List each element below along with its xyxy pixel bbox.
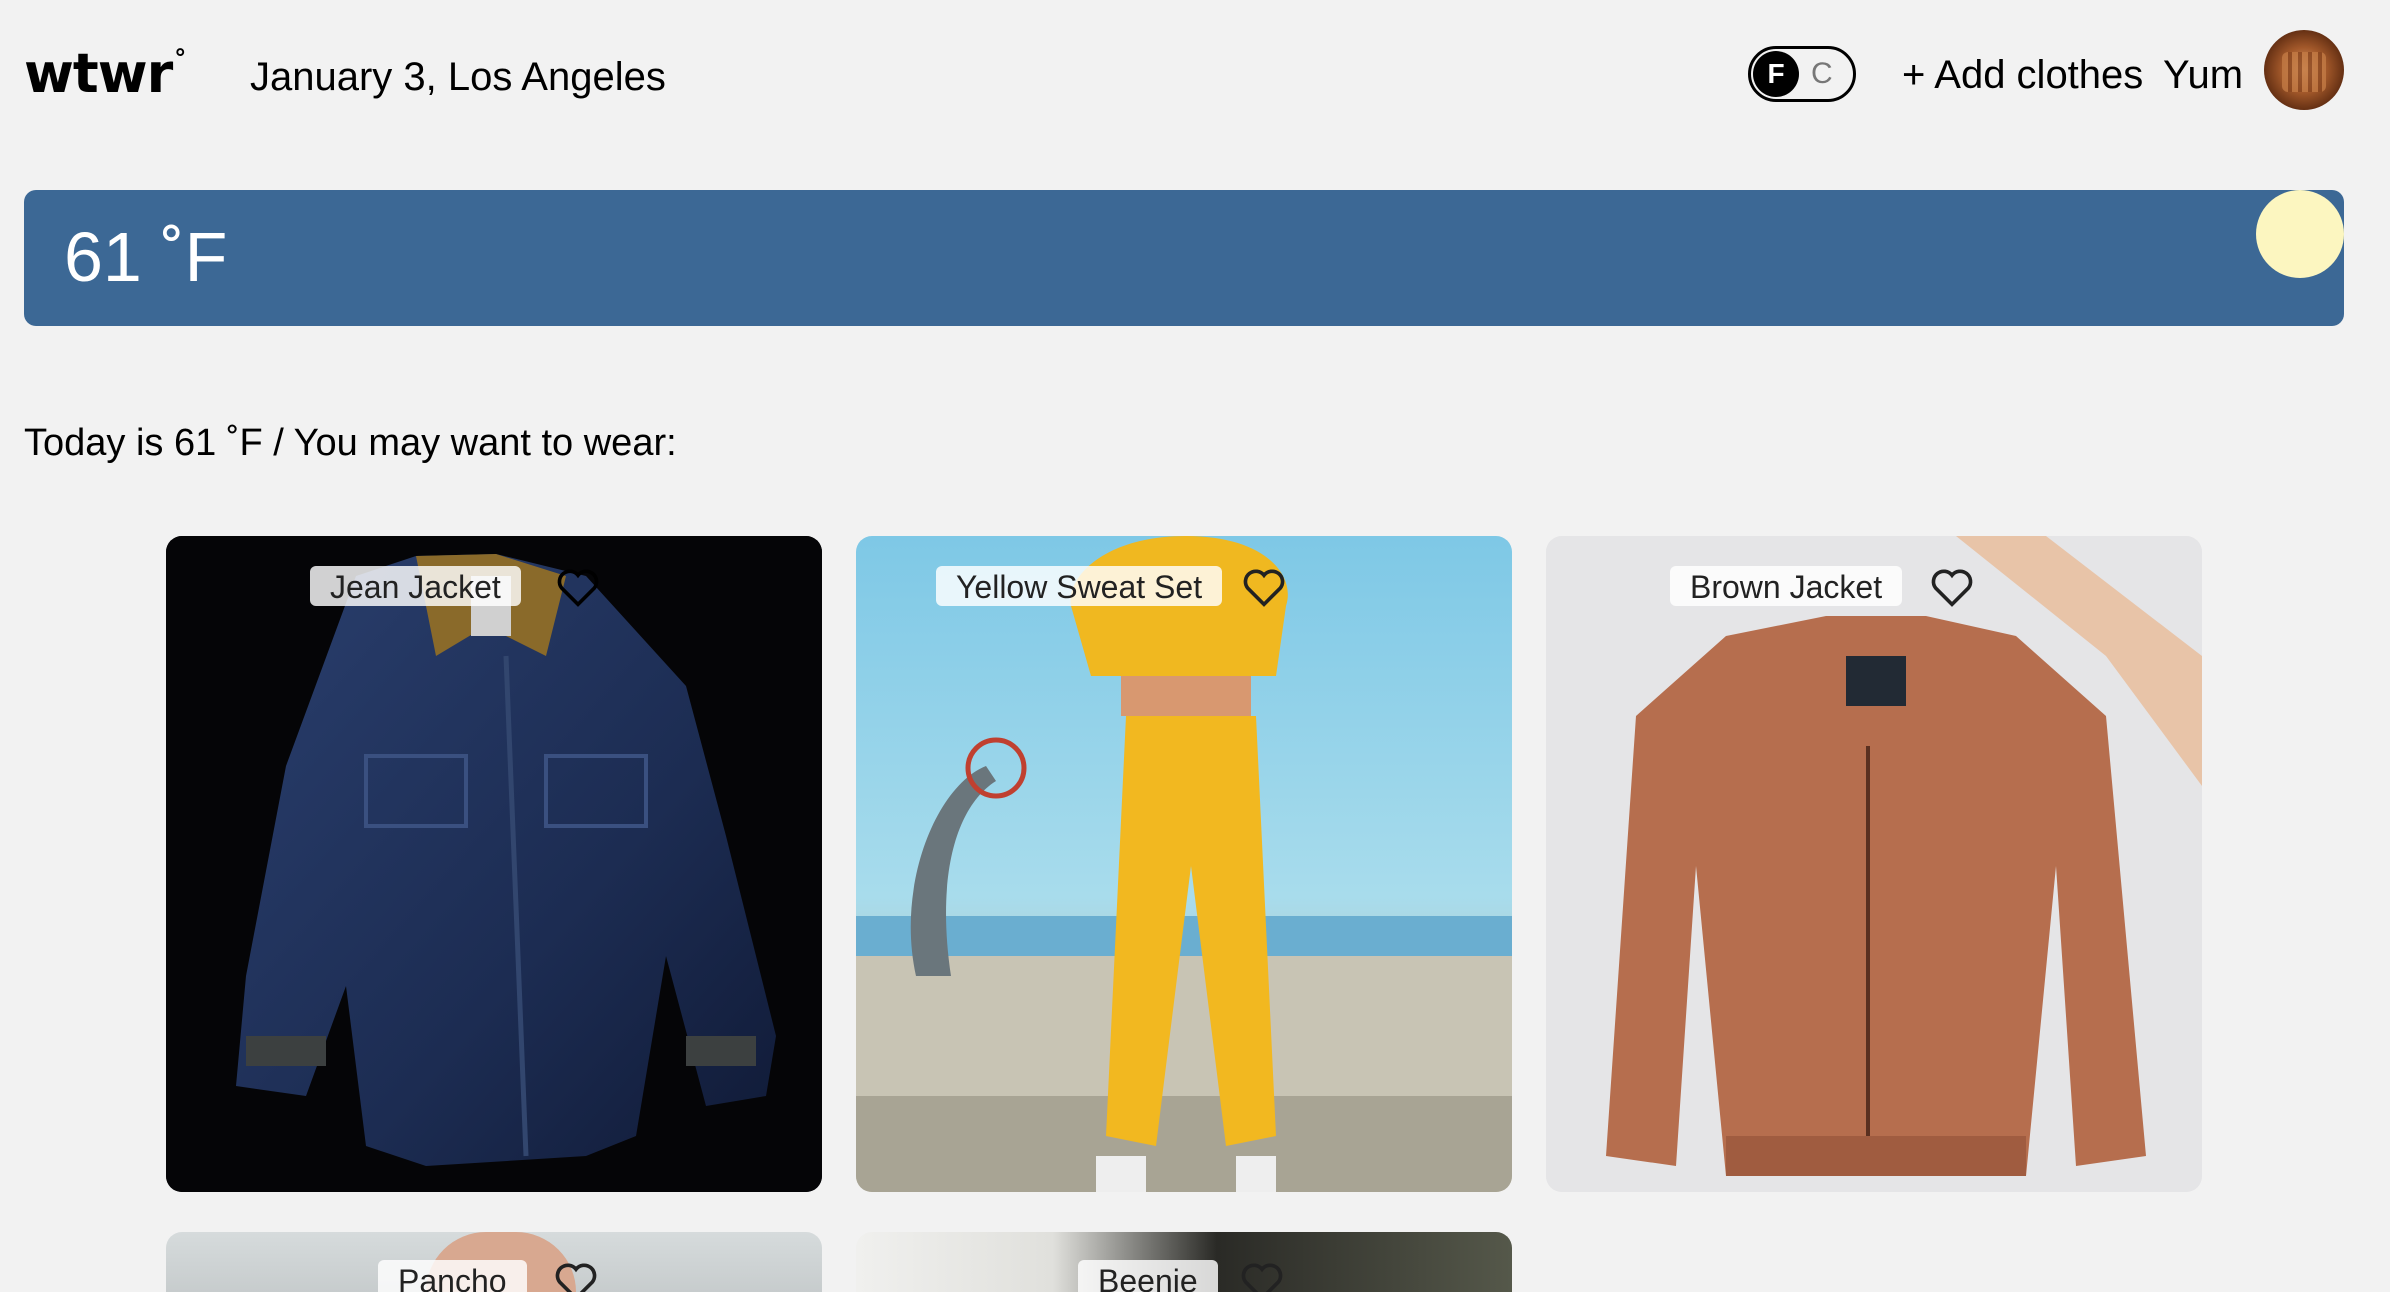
item-image-jean-jacket	[166, 536, 822, 1192]
item-label: Jean Jacket	[310, 566, 521, 606]
recommendation-heading: Today is 61 ˚F / You may want to wear:	[24, 422, 677, 464]
heart-icon[interactable]	[556, 568, 600, 608]
avatar[interactable]	[2264, 30, 2344, 110]
item-card-yellow-sweat-set[interactable]: Yellow Sweat Set	[856, 536, 1512, 1192]
item-card-brown-jacket[interactable]: Brown Jacket	[1546, 536, 2202, 1192]
weather-temperature: 61 ˚F	[64, 218, 228, 296]
item-card-beenie[interactable]: Beenie	[856, 1232, 1512, 1292]
app-logo[interactable]: wtwr°	[24, 44, 186, 114]
sun-icon	[2256, 190, 2344, 278]
temperature-unit-toggle[interactable]: F C	[1748, 46, 1856, 102]
item-image-brown-jacket	[1546, 536, 2202, 1192]
heart-icon[interactable]	[554, 1262, 598, 1292]
heart-icon[interactable]	[1240, 1262, 1284, 1292]
item-image-yellow-sweat-set	[856, 536, 1512, 1192]
heart-icon[interactable]	[1930, 568, 1974, 608]
item-card-jean-jacket[interactable]: Jean Jacket	[166, 536, 822, 1192]
toggle-inactive-unit: C	[1811, 57, 1833, 90]
date-location: January 3, Los Angeles	[250, 55, 666, 99]
weather-card: 61 ˚F	[24, 190, 2344, 326]
add-clothes-button[interactable]: + Add clothes	[1902, 50, 2143, 100]
username[interactable]: Yum	[2163, 50, 2243, 100]
item-label: Pancho	[378, 1260, 527, 1292]
item-label: Brown Jacket	[1670, 566, 1903, 606]
heart-icon[interactable]	[1242, 568, 1286, 608]
item-card-pancho[interactable]: Pancho	[166, 1232, 822, 1292]
item-label: Yellow Sweat Set	[936, 566, 1223, 606]
item-label: Beenie	[1078, 1260, 1218, 1292]
header: wtwr° January 3, Los Angeles F C + Add c…	[0, 0, 2390, 150]
toggle-active-unit: F	[1753, 51, 1799, 97]
